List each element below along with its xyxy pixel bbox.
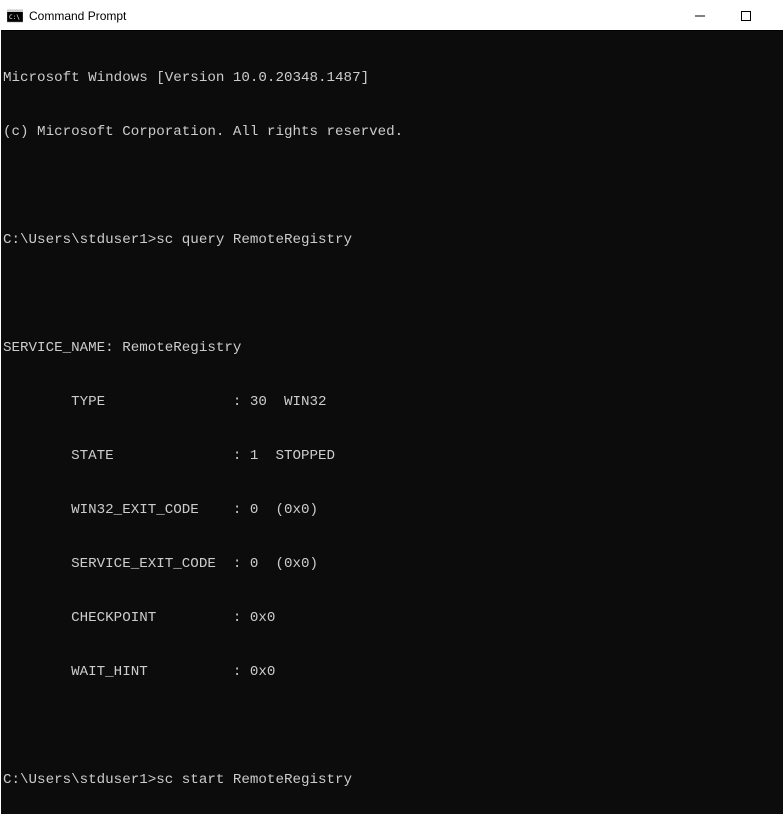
- cmd-icon: C:\: [7, 8, 23, 24]
- svg-text:C:\: C:\: [9, 14, 20, 21]
- window-title: Command Prompt: [29, 9, 677, 23]
- terminal-line: CHECKPOINT : 0x0: [3, 609, 781, 627]
- terminal-output[interactable]: Microsoft Windows [Version 10.0.20348.14…: [1, 31, 783, 814]
- terminal-line: [3, 177, 781, 195]
- terminal-line: Microsoft Windows [Version 10.0.20348.14…: [3, 69, 781, 87]
- terminal-line: TYPE : 30 WIN32: [3, 393, 781, 411]
- window-titlebar[interactable]: C:\ Command Prompt: [1, 1, 783, 31]
- minimize-button[interactable]: [677, 1, 723, 30]
- terminal-line: [3, 285, 781, 303]
- terminal-line: SERVICE_NAME: RemoteRegistry: [3, 339, 781, 357]
- window-controls: [677, 1, 783, 30]
- terminal-line: [3, 717, 781, 735]
- close-button[interactable]: [769, 1, 779, 30]
- terminal-line: (c) Microsoft Corporation. All rights re…: [3, 123, 781, 141]
- terminal-line: WIN32_EXIT_CODE : 0 (0x0): [3, 501, 781, 519]
- terminal-line: SERVICE_EXIT_CODE : 0 (0x0): [3, 555, 781, 573]
- terminal-line: C:\Users\stduser1>sc query RemoteRegistr…: [3, 231, 781, 249]
- maximize-button[interactable]: [723, 1, 769, 30]
- terminal-line: STATE : 1 STOPPED: [3, 447, 781, 465]
- terminal-line: C:\Users\stduser1>sc start RemoteRegistr…: [3, 771, 781, 789]
- terminal-line: WAIT_HINT : 0x0: [3, 663, 781, 681]
